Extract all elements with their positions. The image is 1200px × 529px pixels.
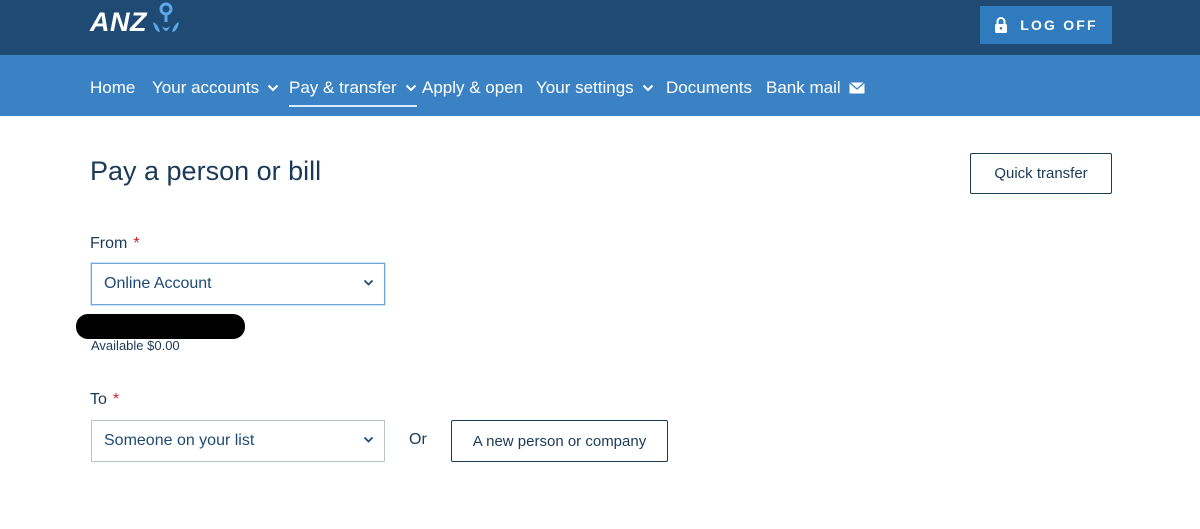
nav-apply-open[interactable]: Apply & open [422,75,523,101]
nav-home[interactable]: Home [90,75,135,101]
lock-icon [994,17,1008,33]
from-account-select[interactable]: Online Account [91,263,385,305]
from-account-value: Online Account [104,275,212,292]
from-label-row: From * [90,235,140,253]
main-navigation: Home Your accounts Pay & transfer Apply … [0,55,1200,116]
chevron-down-icon [405,84,417,92]
from-label: From [90,235,128,252]
nav-your-settings-label: Your settings [536,78,634,97]
top-header-bar: ANZ LOG OFF [0,0,1200,55]
or-separator: Or [409,431,427,448]
anz-people-icon [150,2,182,43]
nav-your-accounts[interactable]: Your accounts [152,75,279,101]
available-balance: Available $0.00 [91,338,180,353]
quick-transfer-button[interactable]: Quick transfer [970,153,1112,194]
chevron-down-icon [267,84,279,92]
nav-bank-mail[interactable]: Bank mail [766,75,865,101]
required-asterisk: * [133,235,140,252]
to-label-row: To * [90,391,119,409]
nav-home-label: Home [90,78,136,97]
nav-pay-transfer[interactable]: Pay & transfer [289,75,417,107]
redacted-account-number [76,314,245,339]
new-person-or-company-button[interactable]: A new person or company [451,420,668,462]
nav-your-accounts-label: Your accounts [152,78,260,97]
to-label: To [90,391,107,408]
nav-apply-open-label: Apply & open [422,78,524,97]
log-off-button[interactable]: LOG OFF [980,6,1112,44]
nav-documents-label: Documents [666,78,752,97]
nav-documents[interactable]: Documents [666,75,752,101]
nav-bank-mail-label: Bank mail [766,78,841,97]
envelope-icon [848,82,865,94]
nav-your-settings[interactable]: Your settings [536,75,654,101]
to-payee-value: Someone on your list [104,432,255,449]
chevron-down-icon [363,436,374,444]
page-title: Pay a person or bill [90,156,322,186]
to-payee-select[interactable]: Someone on your list [91,420,385,462]
chevron-down-icon [642,84,654,92]
log-off-label: LOG OFF [1020,17,1098,33]
anz-logo[interactable]: ANZ [90,2,182,43]
nav-pay-transfer-label: Pay & transfer [289,78,397,97]
chevron-down-icon [363,279,374,287]
logo-wordmark: ANZ [90,6,147,37]
required-asterisk: * [112,391,120,408]
